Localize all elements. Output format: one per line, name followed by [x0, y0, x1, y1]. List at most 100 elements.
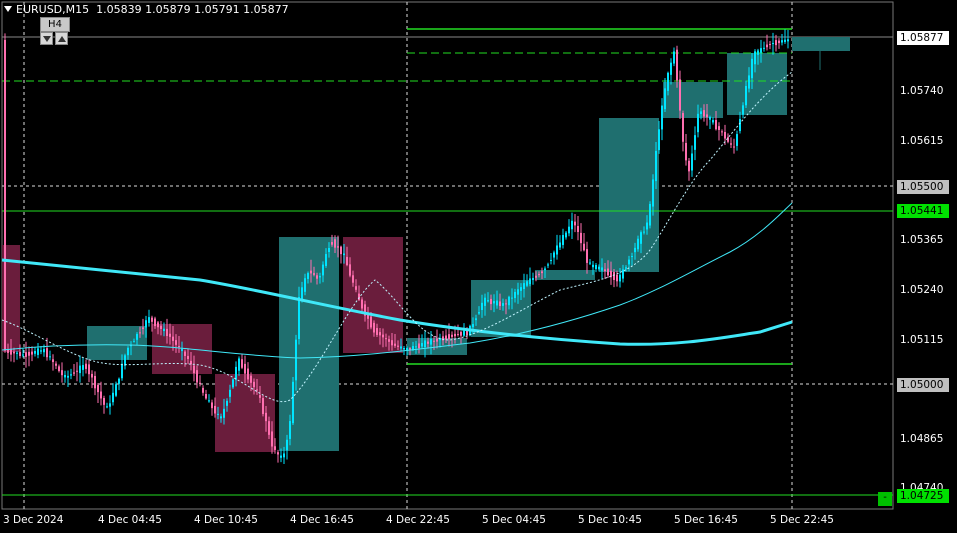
candle-body	[433, 340, 435, 342]
candle-body	[457, 334, 459, 336]
time-label: 4 Dec 04:45	[98, 514, 162, 526]
candle-body	[280, 455, 282, 458]
candle-body	[391, 340, 393, 346]
candle-body	[484, 297, 486, 306]
candle-body	[274, 446, 276, 450]
candle-body	[196, 370, 198, 383]
timeframe-label: H4	[40, 17, 70, 32]
candle-body	[526, 281, 528, 286]
candle-body	[781, 40, 783, 43]
candle-body	[361, 299, 363, 309]
candle-body	[712, 120, 714, 123]
candle-body	[487, 300, 489, 302]
time-label: 5 Dec 10:45	[578, 514, 642, 526]
candle-body	[430, 338, 432, 345]
candle-body	[232, 379, 234, 388]
candle-body	[16, 352, 18, 354]
candle-body	[139, 332, 141, 334]
candle-body	[640, 232, 642, 244]
candle-body	[505, 303, 507, 305]
dropdown-arrow-icon[interactable]	[4, 6, 12, 12]
candle-body	[172, 336, 174, 341]
candle-body	[394, 343, 396, 346]
candle-body	[25, 352, 27, 357]
candle-body	[307, 273, 309, 279]
candle-body	[580, 232, 582, 244]
candle-body	[403, 348, 405, 350]
candle-body	[418, 343, 420, 349]
candle-body	[535, 275, 537, 278]
candle-body	[76, 370, 78, 372]
candle-body	[628, 259, 630, 265]
candle-body	[502, 303, 504, 306]
candle-body	[520, 287, 522, 291]
candle-body	[529, 278, 531, 285]
candle-body	[4, 39, 6, 351]
candle-body	[193, 365, 195, 374]
timeframe-down-button[interactable]	[40, 32, 53, 45]
candle-body	[61, 370, 63, 376]
candle-body	[553, 252, 555, 258]
candle-body	[760, 48, 762, 53]
candle-body	[373, 322, 375, 333]
candle-body	[511, 297, 513, 299]
candle-body	[178, 346, 180, 348]
candle-body	[751, 58, 753, 79]
candle-body	[493, 301, 495, 304]
candle-body	[58, 366, 60, 371]
candle-body	[109, 403, 111, 407]
symbol-header: EURUSD,M15 1.05839 1.05879 1.05791 1.058…	[4, 3, 289, 16]
candle-body	[676, 49, 678, 81]
candle-body	[463, 330, 465, 336]
current-price-label: 1.05877	[897, 31, 949, 45]
candle-body	[13, 351, 15, 354]
candle-body	[400, 346, 402, 349]
candle-body	[514, 291, 516, 299]
candle-body	[568, 226, 570, 234]
price-tick: 1.05740	[900, 85, 944, 97]
candle-body	[757, 50, 759, 55]
candle-body	[46, 348, 48, 358]
candle-body	[559, 242, 561, 248]
candle-body	[298, 296, 300, 340]
candle-body	[604, 269, 606, 272]
collapse-button[interactable]: -	[878, 492, 892, 506]
candle-body	[709, 116, 711, 120]
timeframe-up-button[interactable]	[55, 32, 68, 45]
price-chart[interactable]	[0, 0, 957, 533]
candle-body	[421, 343, 423, 347]
candle-body	[208, 400, 210, 402]
timeframe-switcher: H4	[38, 17, 70, 47]
candle-body	[37, 348, 39, 355]
candle-body	[85, 363, 87, 369]
candle-body	[115, 384, 117, 396]
candle-body	[574, 221, 576, 226]
candle-body	[694, 135, 696, 150]
candle-body	[49, 356, 51, 358]
candle-body	[595, 264, 597, 270]
candle-body	[379, 332, 381, 336]
candle-body	[547, 264, 549, 266]
time-label: 5 Dec 22:45	[770, 514, 834, 526]
candle-body	[295, 339, 297, 381]
candle-body	[340, 246, 342, 255]
candle-body	[157, 322, 159, 328]
candle-body	[592, 264, 594, 268]
candle-body	[229, 389, 231, 397]
triangle-down-icon	[43, 36, 51, 42]
time-label: 4 Dec 10:45	[194, 514, 258, 526]
candle-body	[40, 350, 42, 352]
level-label: 1.05441	[897, 204, 949, 218]
candle-body	[583, 243, 585, 251]
candle-body	[661, 105, 663, 130]
candle-body	[67, 375, 69, 378]
time-label: 3 Dec 2024	[3, 514, 64, 526]
candle-body	[199, 382, 201, 384]
candle-body	[73, 372, 75, 374]
candle-body	[538, 274, 540, 276]
candle-body	[682, 113, 684, 142]
candle-body	[322, 264, 324, 276]
candle-body	[523, 283, 525, 290]
candle-body	[262, 398, 264, 414]
candle-body	[103, 398, 105, 405]
